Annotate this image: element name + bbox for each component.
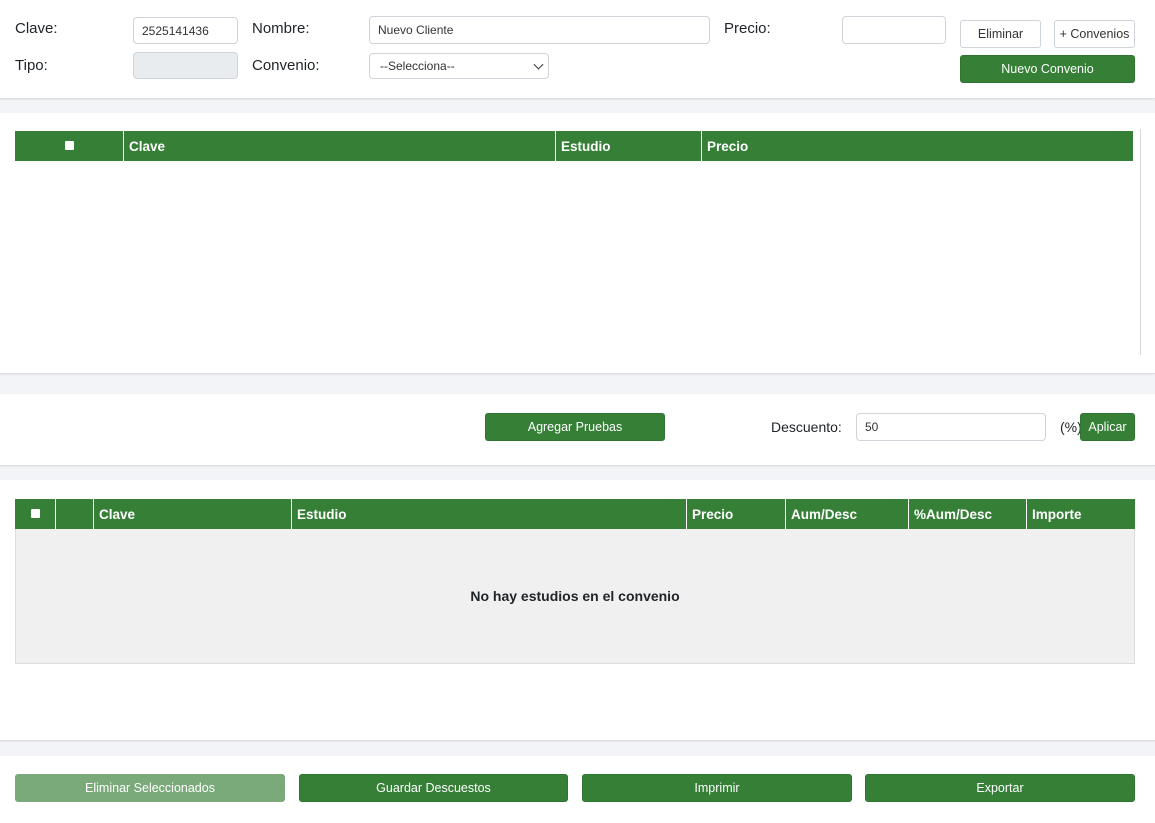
aplicar-button[interactable]: Aplicar [1080,413,1135,441]
studies-table-header: Clave Estudio Precio [15,131,1133,161]
nombre-input[interactable]: Nuevo Cliente [369,16,710,44]
select-all-checkbox[interactable] [30,508,40,518]
select-all-cell [15,131,124,161]
column-importe: Importe [1032,506,1082,522]
convenio-selected-value: --Selecciona-- [380,59,455,73]
exportar-button[interactable]: Exportar [865,774,1135,802]
client-form-card: Clave: 2525141436 Nombre: Nuevo Cliente … [0,0,1155,99]
select-all-cell [15,499,56,529]
descuento-input[interactable]: 50 [856,413,1046,441]
descuento-label: Descuento: [771,419,842,435]
studies-table-card: Clave Estudio Precio [0,113,1155,374]
agreement-table-header: Clave Estudio Precio Aum/Desc %Aum/Desc … [15,499,1135,529]
imprimir-button[interactable]: Imprimir [582,774,852,802]
column-estudio: Estudio [556,131,702,161]
agreement-table-card: Clave Estudio Precio Aum/Desc %Aum/Desc … [0,480,1155,741]
percent-label: (%) [1060,419,1082,435]
chevron-down-icon [533,59,544,70]
column-estudio: Estudio [292,499,687,529]
convenio-label: Convenio: [252,57,320,74]
column-clave: Clave [124,131,556,161]
agregar-pruebas-button[interactable]: Agregar Pruebas [485,413,665,441]
convenio-select[interactable]: --Selecciona-- [369,53,549,79]
column-aum-desc: Aum/Desc [786,499,909,529]
tipo-input [133,52,238,79]
scrollbar[interactable] [1140,129,1141,355]
studies-table-body [15,161,1133,355]
select-all-checkbox[interactable] [64,140,74,150]
mas-convenios-button[interactable]: + Convenios [1054,20,1135,48]
column-precio: Precio [707,138,749,154]
column-clave: Clave [94,499,292,529]
precio-input[interactable] [842,16,946,44]
guardar-descuestos-button[interactable]: Guardar Descuestos [299,774,568,802]
empty-message: No hay estudios en el convenio [470,588,680,604]
nuevo-convenio-button[interactable]: Nuevo Convenio [960,55,1135,83]
clave-input[interactable]: 2525141436 [133,17,238,44]
precio-label: Precio: [724,20,771,37]
column-pct-aum-desc: %Aum/Desc [909,499,1027,529]
eliminar-button[interactable]: Eliminar [960,20,1041,48]
eliminar-seleccionados-button[interactable]: Eliminar Seleccionados [15,774,285,802]
blank-column [56,499,94,529]
tipo-label: Tipo: [15,57,48,74]
nombre-label: Nombre: [252,20,310,37]
column-precio: Precio [687,499,786,529]
empty-table-body: No hay estudios en el convenio [15,529,1135,664]
footer-card: Eliminar Seleccionados Guardar Descuesto… [0,756,1155,823]
actions-card: Agregar Pruebas Descuento: 50 (%) Aplica… [0,394,1155,466]
clave-label: Clave: [15,20,58,37]
